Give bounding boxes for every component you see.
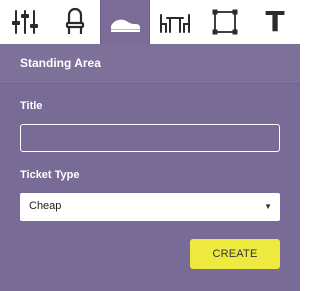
sliders-icon — [12, 10, 38, 34]
caret-down-icon: ▼ — [264, 202, 272, 211]
panel-title: Standing Area — [20, 56, 101, 70]
tool-select-box[interactable] — [200, 0, 250, 44]
tool-chair[interactable] — [50, 0, 100, 44]
shoe-icon — [111, 19, 140, 32]
tool-table[interactable] — [150, 0, 200, 44]
ticket-type-select[interactable]: Cheap ▼ — [20, 193, 280, 221]
toolbar: T — [0, 0, 300, 44]
chair-icon — [65, 7, 85, 34]
table-chairs-icon — [160, 14, 190, 33]
ticket-type-label: Ticket Type — [20, 169, 80, 181]
select-box-icon — [212, 9, 238, 35]
tool-standing-area[interactable] — [100, 0, 150, 44]
tool-sliders[interactable] — [0, 0, 50, 44]
tool-text[interactable]: T — [250, 0, 300, 44]
ticket-type-value: Cheap — [29, 200, 62, 212]
panel-header: Standing Area — [0, 44, 300, 84]
title-label: Title — [20, 100, 43, 112]
title-input[interactable] — [20, 124, 280, 152]
create-button[interactable]: CREATE — [190, 239, 280, 269]
properties-panel: Standing Area Title Ticket Type Cheap ▼ … — [0, 44, 300, 291]
text-icon: T — [265, 5, 285, 38]
